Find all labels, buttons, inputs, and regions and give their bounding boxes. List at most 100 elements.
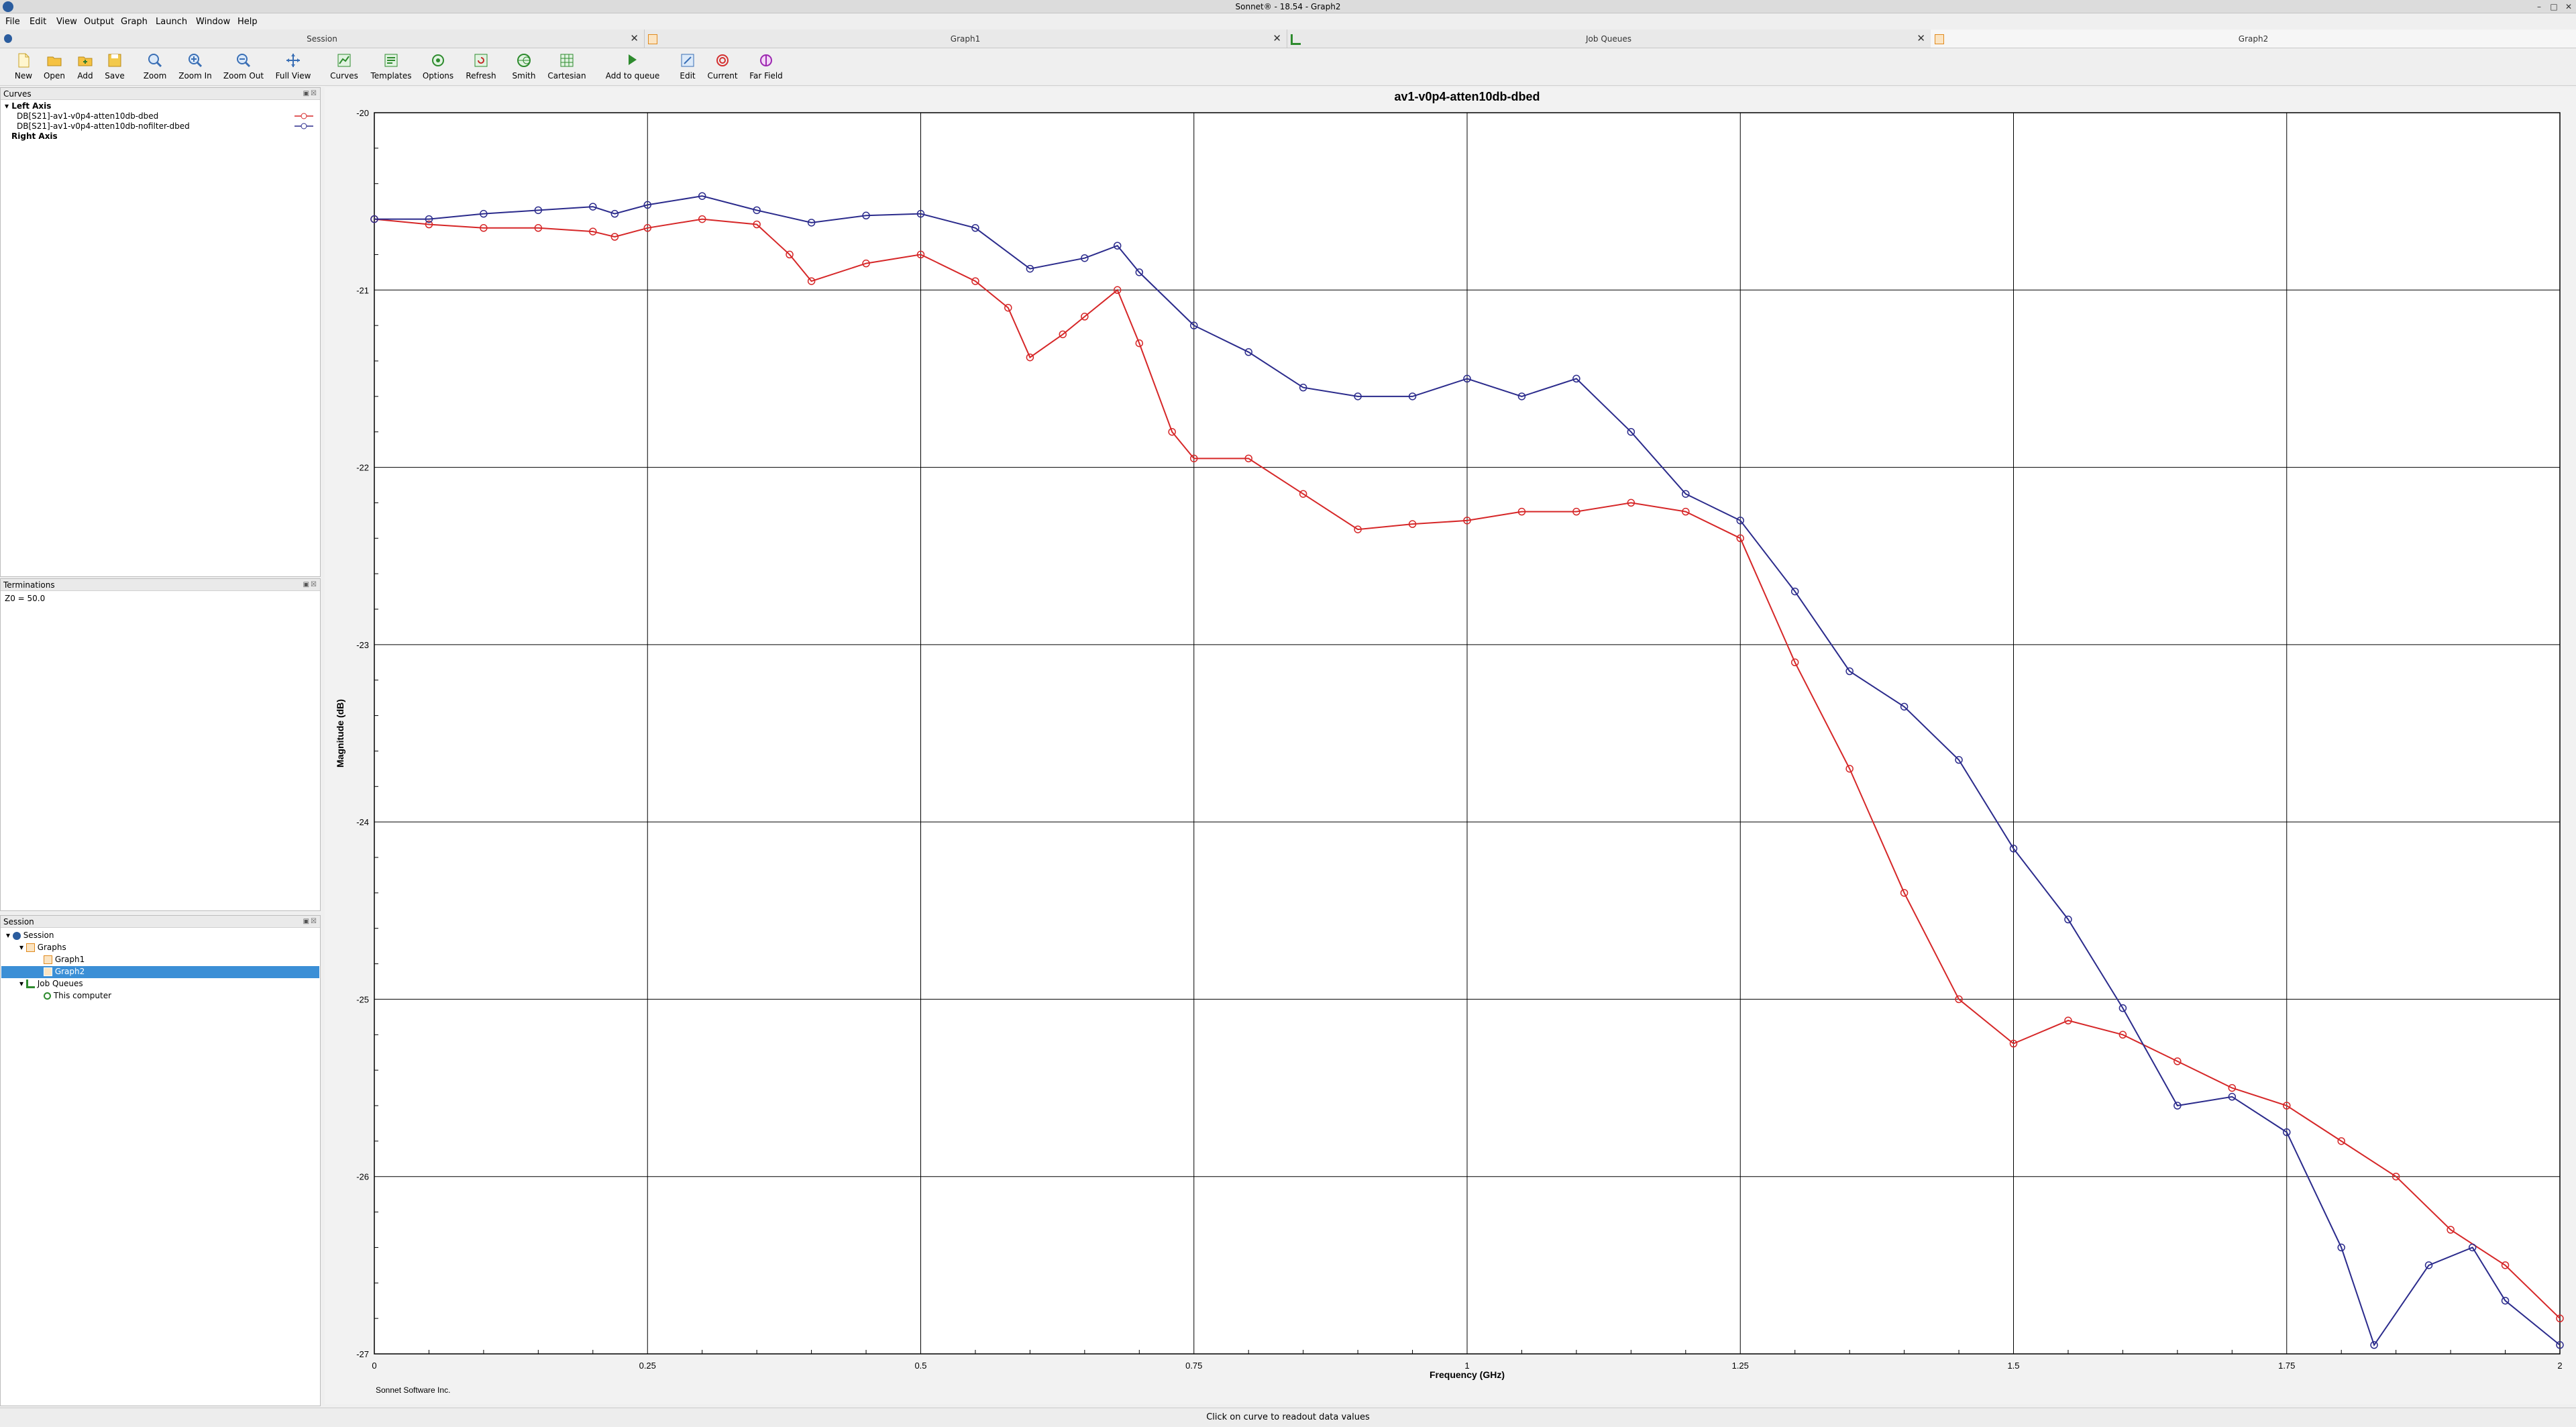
menu-view[interactable]: View [56,17,77,27]
zoom-in-button[interactable]: Zoom In [172,51,219,83]
curve-legend-swatches [294,113,313,129]
x-tick-label: 2 [2557,1361,2562,1371]
session-panel: Session ▣☒ ▾ Session ▾ Graphs Graph1 Gra… [0,915,321,1406]
curve-entry-2[interactable]: DB[S21]-av1-v0p4-atten10db-nofilter-dbed [17,121,190,131]
collapse-arrow-icon[interactable]: ▾ [5,101,11,111]
save-icon [108,54,121,67]
tree-item-job-queues[interactable]: ▾ Job Queues [19,979,83,988]
termination-impedance: Z0 = 50.0 [5,594,46,603]
menu-help[interactable]: Help [237,17,258,27]
menu-output[interactable]: Output [84,17,114,27]
tree-label: Graphs [37,943,66,952]
session-icon [12,931,21,940]
chart-title: av1-v0p4-atten10db-dbed [1394,90,1540,103]
add-to-queue-button[interactable]: Add to queue [606,51,659,83]
window-titlebar: Sonnet® - 18.54 - Graph2 – □ ✕ [0,0,2576,13]
menu-bar: File Edit View Output Graph Launch Windo… [0,15,2576,30]
panel-float-close-icons[interactable]: ▣☒ [303,90,318,97]
zoom-out-button[interactable]: Zoom Out [220,51,267,83]
tree-item-graph1[interactable]: Graph1 [44,955,85,964]
tool-label: Cartesian [547,71,586,81]
panel-float-close-icons[interactable]: ▣☒ [303,918,318,925]
x-axis-label: Frequency (GHz) [1430,1369,1505,1380]
status-message: Click on curve to readout data values [1206,1412,1370,1422]
close-tab-icon[interactable]: ✕ [1917,32,1925,44]
tool-label: Far Field [749,71,783,81]
tree-label: Session [23,931,54,940]
y-tick-label: -23 [356,640,369,650]
tree-label: This computer [53,991,112,1000]
collapse-arrow-icon[interactable]: ▾ [19,943,23,952]
y-tick-label: -26 [356,1172,369,1182]
far-field-button[interactable]: Far Field [743,51,790,83]
panel-float-close-icons[interactable]: ▣☒ [303,581,318,588]
menu-window[interactable]: Window [196,17,230,27]
right-axis-node[interactable]: Right Axis [11,131,58,141]
status-bar: Click on curve to readout data values [0,1408,2576,1427]
panel-title: Session [3,917,34,927]
menu-edit[interactable]: Edit [30,17,46,27]
y-tick-label: -24 [356,817,369,827]
menu-launch[interactable]: Launch [156,17,187,27]
curves-panel-header: Curves ▣☒ [1,88,320,100]
edit-icon [681,54,694,67]
x-tick-label: 1.5 [2007,1361,2019,1371]
tree-item-this-computer[interactable]: This computer [44,991,111,1000]
refresh-icon [474,54,488,67]
templates-icon [384,54,398,67]
curves-panel: Curves ▣☒ ▾ Left Axis DB[S21]-av1-v0p4-a… [0,87,321,577]
window-title: Sonnet® - 18.54 - Graph2 [1235,2,1341,11]
collapse-arrow-icon[interactable]: ▾ [19,979,23,988]
tree-label: Job Queues [37,979,83,988]
tool-label: Add to queue [605,71,660,81]
tab-session[interactable]: Session ✕ [0,30,645,48]
menu-file[interactable]: File [5,17,20,27]
full-view-button[interactable]: Full View [270,51,317,83]
tab-label: Graph2 [2238,34,2269,44]
current-icon [716,54,729,66]
y-tick-label: -22 [356,463,369,473]
tab-graph2[interactable]: Graph2 [1931,30,2576,48]
graph-area[interactable]: 0 0.25 0.5 0.75 1 1.25 1.5 1.75 2 -20 -21 -22 -23 -24… [325,87,2576,1404]
left-axis-node[interactable]: ▾ Left Axis [5,101,51,111]
y-tick-label: -25 [356,994,369,1004]
tab-label: Job Queues [1586,34,1631,44]
tree-label: Graph1 [54,955,85,964]
close-tab-icon[interactable]: ✕ [630,32,639,44]
curves-icon [337,54,351,67]
close-tab-icon[interactable]: ✕ [1273,32,1281,44]
computer-check-icon [44,992,51,1000]
graphs-folder-icon [25,943,35,952]
collapse-arrow-icon[interactable]: ▾ [6,931,10,940]
tab-graph1[interactable]: Graph1 ✕ [644,30,1287,48]
panel-title: Terminations [3,580,55,590]
smith-chart-icon [517,54,531,67]
x-tick-label: 1.75 [2278,1361,2295,1371]
y-axis-label: Magnitude (dB) [335,699,345,768]
job-queue-icon [25,980,35,988]
menu-graph[interactable]: Graph [121,17,148,27]
curve-label: DB[S21]-av1-v0p4-atten10db-dbed [17,111,159,121]
graph-credit: Sonnet Software Inc. [376,1385,450,1395]
graph-icon [44,955,52,964]
terminations-panel-header: Terminations ▣☒ [1,579,320,591]
tree-item-session[interactable]: ▾ Session [6,931,54,940]
tree-item-graphs[interactable]: ▾ Graphs [19,943,66,952]
minimize-icon[interactable]: – [2534,2,2544,11]
cartesian-button[interactable]: Cartesian [543,51,590,83]
x-tick-label: 0 [372,1361,376,1371]
open-folder-icon [47,56,62,66]
panel-title: Curves [3,89,32,99]
session-panel-header: Session ▣☒ [1,916,320,928]
y-tick-label: -27 [356,1349,369,1359]
chart-svg[interactable]: 0 0.25 0.5 0.75 1 1.25 1.5 1.75 2-20-21-22-23-24… [325,87,2576,1404]
maximize-icon[interactable]: □ [2549,2,2559,11]
left-axis-label: Left Axis [11,101,52,111]
close-window-icon[interactable]: ✕ [2564,2,2573,11]
terminations-panel: Terminations ▣☒ Z0 = 50.0 [0,578,321,911]
curve-entry-1[interactable]: DB[S21]-av1-v0p4-atten10db-dbed [17,111,158,121]
full-view-icon [286,54,300,67]
tab-job-queues[interactable]: Job Queues ✕ [1287,30,1931,48]
tree-item-graph2[interactable]: Graph2 [44,967,85,976]
tab-label: Session [307,34,337,44]
